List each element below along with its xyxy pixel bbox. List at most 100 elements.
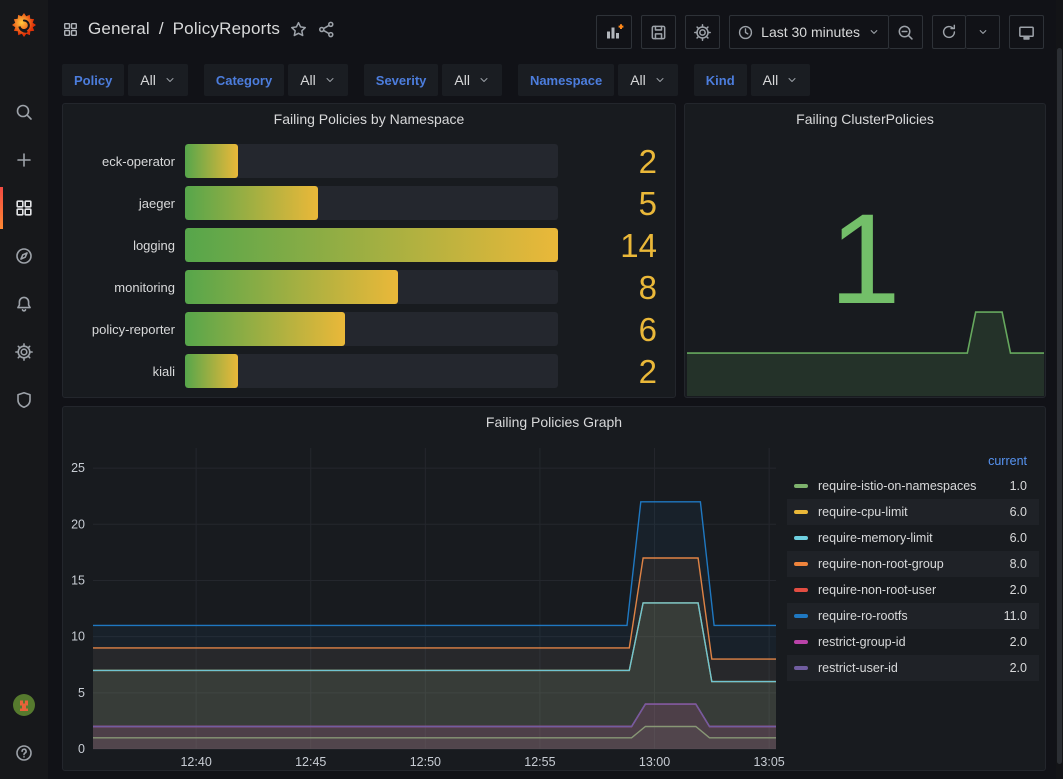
time-controls: Last 30 minutes: [729, 15, 923, 49]
legend-swatch[interactable]: [794, 510, 808, 514]
legend-swatch[interactable]: [794, 666, 808, 670]
legend-series-label[interactable]: require-ro-rootfs: [818, 609, 1004, 623]
gear-icon: [693, 23, 712, 42]
bar-label: policy-reporter: [79, 322, 185, 337]
bar-gauge-row: monitoring8: [79, 270, 667, 304]
cycle-view-mode-button[interactable]: [1009, 15, 1044, 49]
filter-value-text: All: [763, 72, 779, 88]
legend-current-value: 2.0: [1010, 661, 1027, 675]
dashboard-settings-button[interactable]: [685, 15, 720, 49]
panel-failing-policies-by-namespace: Failing Policies by Namespace eck-operat…: [62, 103, 676, 398]
grafana-logo[interactable]: [0, 9, 48, 43]
svg-text:13:00: 13:00: [639, 755, 670, 769]
time-range-picker[interactable]: Last 30 minutes: [729, 15, 889, 49]
filter-policy: Policy All: [62, 64, 188, 96]
sidebar-item-explore[interactable]: [0, 232, 48, 280]
filter-kind-value[interactable]: All: [751, 64, 811, 96]
filter-severity-label: Severity: [364, 64, 439, 96]
sidebar-item-help[interactable]: [0, 729, 48, 777]
sidebar-bottom: [0, 681, 48, 777]
save-icon: [649, 23, 668, 42]
filter-category-value[interactable]: All: [288, 64, 348, 96]
search-icon: [14, 102, 34, 122]
bar-value: 6: [558, 313, 667, 346]
zoom-out-icon: [896, 23, 915, 42]
sidebar-item-create[interactable]: [0, 136, 48, 184]
user-avatar: [12, 693, 36, 717]
sidebar-item-alerting[interactable]: [0, 280, 48, 328]
legend-series-label[interactable]: restrict-user-id: [818, 661, 1010, 675]
sidebar-item-dashboards[interactable]: [0, 184, 48, 232]
legend-swatch[interactable]: [794, 562, 808, 566]
clock-icon: [737, 24, 754, 41]
page-title: PolicyReports: [173, 19, 280, 39]
legend-row: require-cpu-limit6.0: [787, 499, 1039, 525]
refresh-interval-button[interactable]: [966, 15, 1000, 49]
legend-series-label[interactable]: require-cpu-limit: [818, 505, 1010, 519]
filter-severity: Severity All: [364, 64, 502, 96]
svg-text:10: 10: [71, 630, 85, 644]
bar-track: [185, 144, 558, 178]
plus-icon: [14, 150, 34, 170]
legend-current-value: 2.0: [1010, 635, 1027, 649]
svg-text:12:50: 12:50: [410, 755, 441, 769]
legend-row: require-memory-limit6.0: [787, 525, 1039, 551]
panel-title[interactable]: Failing Policies by Namespace: [63, 111, 675, 127]
bar-track: [185, 228, 558, 262]
bar-fill: [185, 312, 345, 346]
legend-swatch[interactable]: [794, 614, 808, 618]
sidebar-item-profile[interactable]: [0, 681, 48, 729]
stat-sparkline: [686, 304, 1045, 396]
filter-namespace-value[interactable]: All: [618, 64, 678, 96]
help-icon: [14, 743, 34, 763]
scrollbar-thumb[interactable]: [1057, 48, 1062, 764]
panel-title[interactable]: Failing Policies Graph: [63, 414, 1045, 430]
sidebar-item-search[interactable]: [0, 88, 48, 136]
legend-series-label[interactable]: require-istio-on-namespaces: [818, 479, 1010, 493]
bar-gauge: eck-operator2 jaeger 5 logging14 monitoring8…: [79, 144, 667, 388]
bar-track: [185, 270, 558, 304]
bar-value: 2: [558, 145, 667, 178]
panel-title[interactable]: Failing ClusterPolicies: [685, 111, 1045, 127]
filter-value-text: All: [140, 72, 156, 88]
star-dashboard-button[interactable]: [289, 20, 308, 39]
zoom-out-button[interactable]: [889, 15, 923, 49]
legend-series-label[interactable]: restrict-group-id: [818, 635, 1010, 649]
share-dashboard-button[interactable]: [317, 20, 336, 39]
filter-policy-value[interactable]: All: [128, 64, 188, 96]
grafana-dashboard: General / PolicyReports Last 30 minutes: [0, 0, 1063, 779]
legend-series-label[interactable]: require-memory-limit: [818, 531, 1010, 545]
bar-label: logging: [79, 238, 185, 253]
legend-swatch[interactable]: [794, 640, 808, 644]
breadcrumb-section[interactable]: General: [88, 19, 150, 39]
chevron-down-icon: [976, 25, 990, 39]
sidebar-item-server-admin[interactable]: [0, 376, 48, 424]
refresh-button[interactable]: [932, 15, 966, 49]
bar-value: 5: [558, 187, 667, 220]
graph-legend: current require-istio-on-namespaces1.0re…: [787, 451, 1039, 681]
add-panel-button[interactable]: [596, 15, 632, 49]
filter-value-text: All: [630, 72, 646, 88]
graph-canvas[interactable]: 12:4012:4512:5012:5513:0013:050510152025: [71, 448, 791, 770]
chevron-down-icon: [786, 74, 798, 86]
tv-icon: [1017, 23, 1036, 42]
sidebar-item-configuration[interactable]: [0, 328, 48, 376]
legend-series-label[interactable]: require-non-root-group: [818, 557, 1010, 571]
legend-header-current[interactable]: current: [787, 451, 1039, 473]
star-icon: [289, 20, 308, 39]
legend-swatch[interactable]: [794, 484, 808, 488]
bar-gauge-row: eck-operator2: [79, 144, 667, 178]
filter-category: Category All: [204, 64, 348, 96]
bar-gauge-row: logging14: [79, 228, 667, 262]
filter-category-label: Category: [204, 64, 284, 96]
svg-text:0: 0: [78, 742, 85, 756]
legend-swatch[interactable]: [794, 588, 808, 592]
save-dashboard-button[interactable]: [641, 15, 676, 49]
refresh-controls: [932, 15, 1000, 49]
legend-series-label[interactable]: require-non-root-user: [818, 583, 1010, 597]
legend-current-value: 6.0: [1010, 505, 1027, 519]
bar-label: jaeger: [79, 196, 185, 211]
bar-value: 2: [558, 355, 667, 388]
filter-severity-value[interactable]: All: [442, 64, 502, 96]
legend-swatch[interactable]: [794, 536, 808, 540]
